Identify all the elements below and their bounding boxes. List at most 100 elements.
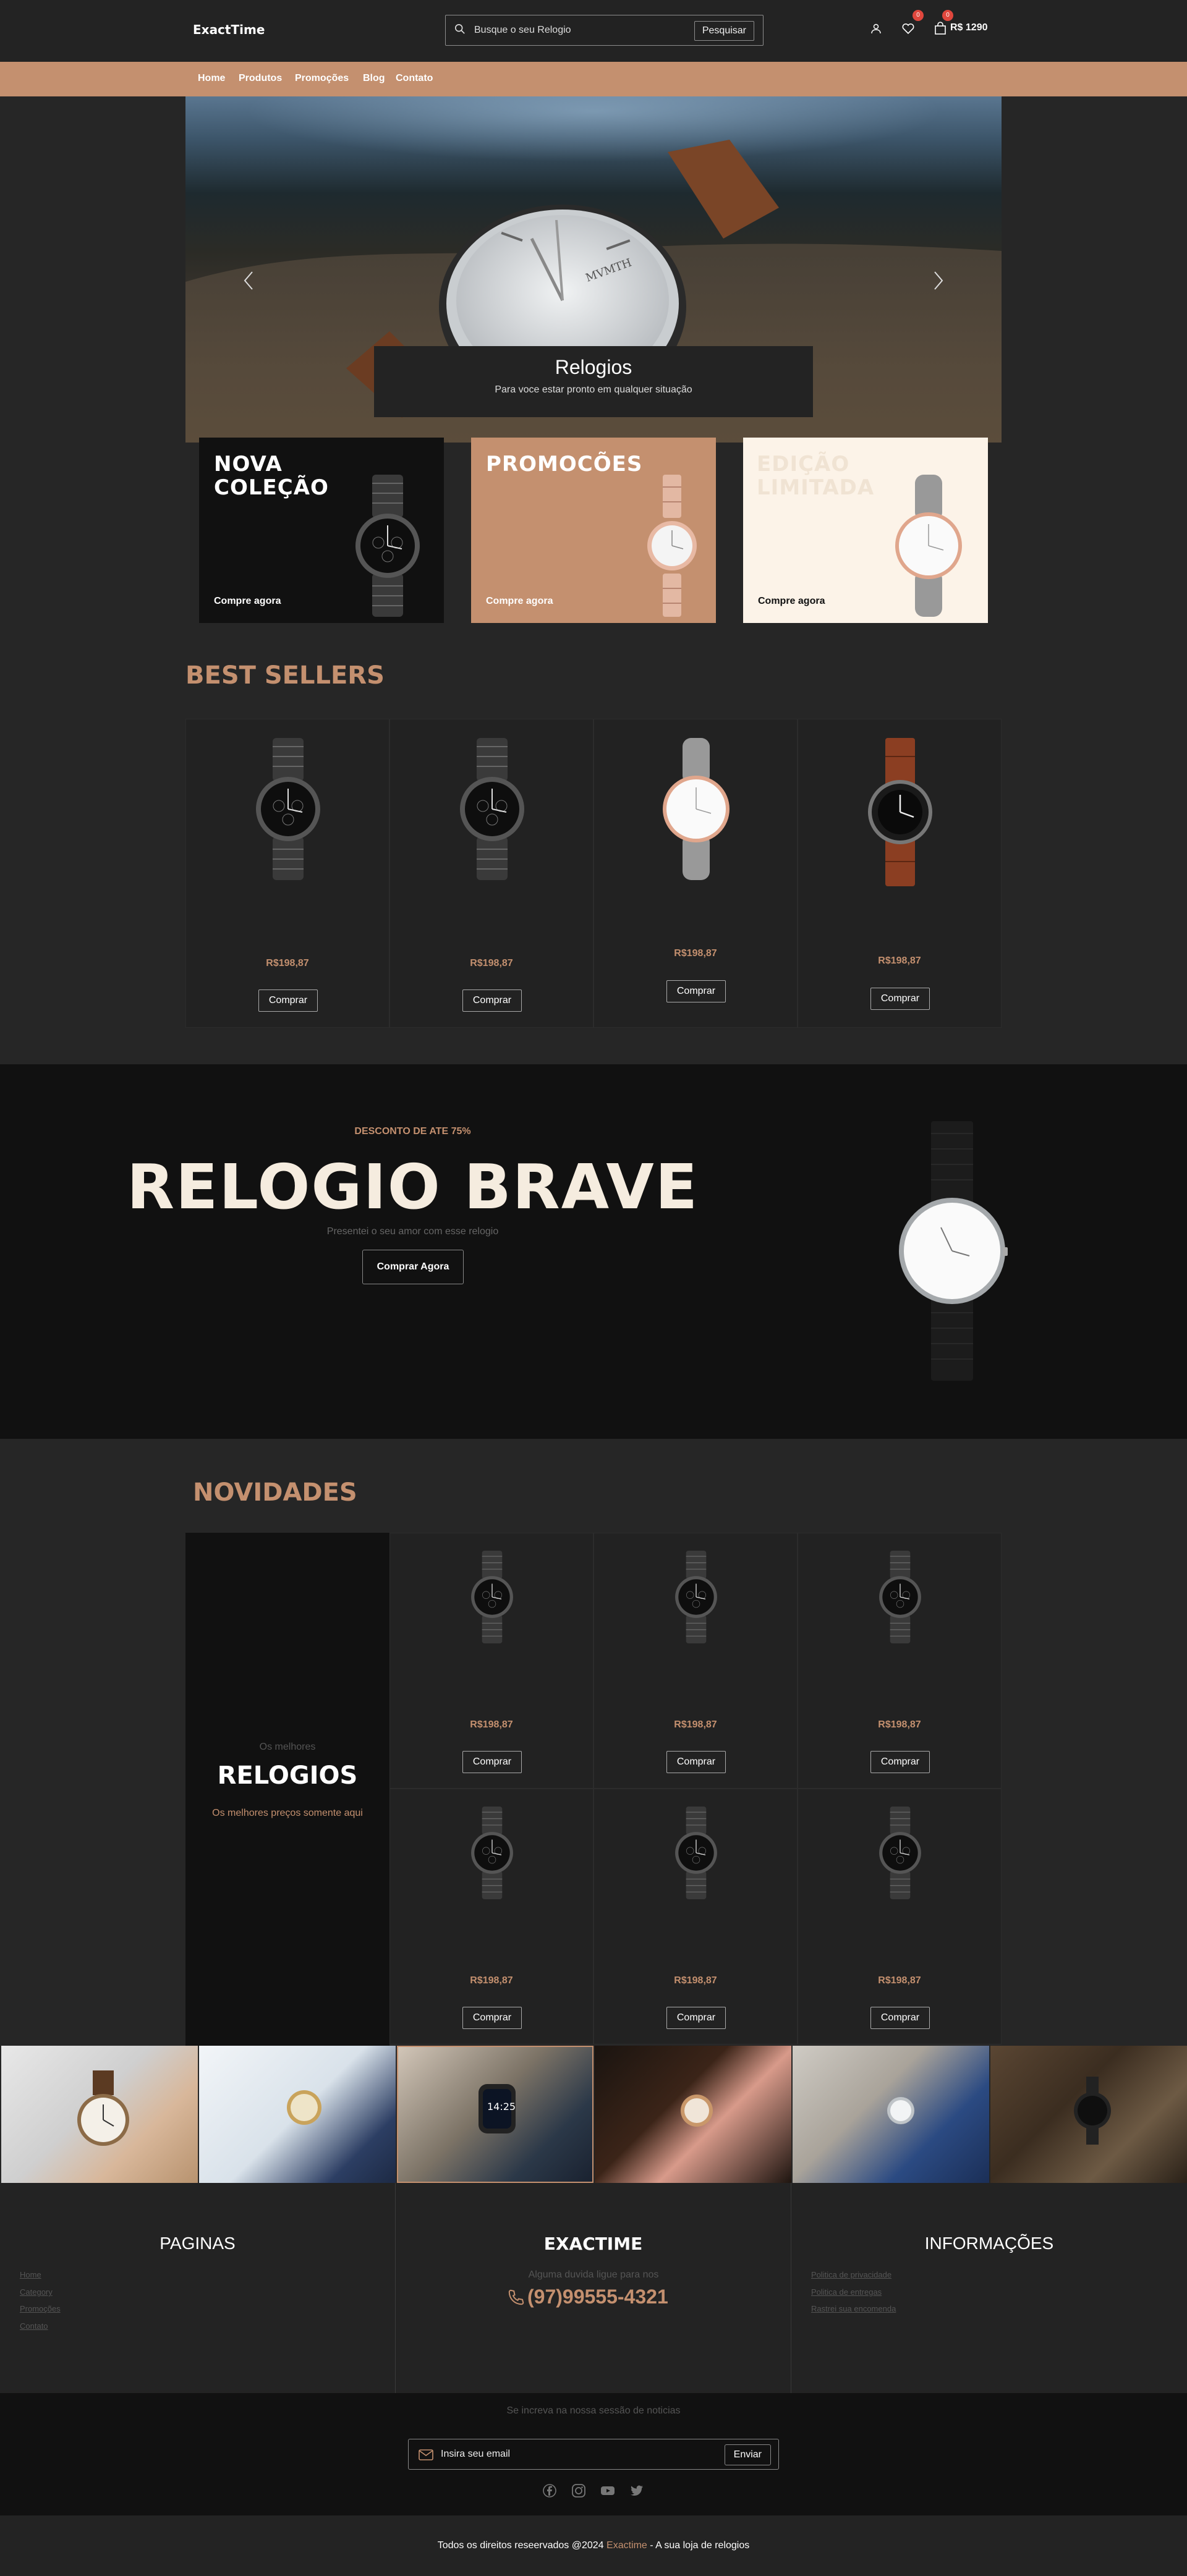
buy-button[interactable]: Comprar [870, 988, 930, 1010]
phone-icon [508, 2289, 524, 2305]
footer-paginas: PAGINAS Home Category Promoções Contato [0, 2183, 396, 2393]
facebook-icon[interactable] [542, 2483, 557, 2498]
product-card[interactable]: R$198,87 Comprar [185, 719, 389, 1028]
shopping-bag-icon[interactable] [934, 21, 947, 36]
search-bar: Pesquisar [445, 15, 764, 46]
footer-informacoes: INFORMAÇÕES Politica de privacidade Poli… [791, 2183, 1187, 2393]
footer-heading: INFORMAÇÕES [924, 2234, 1054, 2253]
nav-produtos[interactable]: Produtos [239, 73, 282, 84]
footer-link-privacidade[interactable]: Politica de privacidade [811, 2270, 891, 2279]
twitter-icon[interactable] [629, 2483, 644, 2498]
buy-button[interactable]: Comprar [666, 980, 726, 1002]
buy-button[interactable]: Comprar [870, 2007, 930, 2029]
nav-promocoes[interactable]: Promoções [295, 73, 349, 84]
user-icon[interactable] [870, 21, 882, 36]
product-price: R$198,87 [266, 958, 309, 968]
product-price: R$198,87 [470, 958, 513, 968]
product-card[interactable]: R$198,87 Comprar [798, 719, 1002, 1028]
promo-cta[interactable]: Compre agora [486, 596, 553, 607]
footer-brand: EXACTIME Alguma duvida ligue para nos (9… [396, 2183, 791, 2393]
copyright-tagline: - A sua loja de relogios [647, 2540, 750, 2551]
footer-brand-subtitle: Alguma duvida ligue para nos [528, 2269, 659, 2280]
footer-brand-title: EXACTIME [543, 2234, 643, 2254]
gallery-photo[interactable] [990, 2046, 1187, 2183]
promo-title: EDIÇÃO [757, 452, 850, 477]
youtube-icon[interactable] [600, 2483, 615, 2498]
product-price: R$198,87 [674, 1719, 717, 1730]
footer-link-rastreio[interactable]: Rastrei sua encomenda [811, 2304, 896, 2313]
product-card[interactable]: R$198,87 Comprar [389, 1533, 594, 1789]
panel-eyebrow: Os melhores [259, 1742, 316, 1752]
footer-link-promocoes[interactable]: Promoções [20, 2304, 61, 2313]
panel-heading: RELOGIOS [217, 1761, 358, 1790]
black-chronograph-watch-icon [460, 738, 524, 880]
footer-link-category[interactable]: Category [20, 2287, 53, 2297]
cart-total[interactable]: R$ 1290 [950, 22, 988, 33]
gallery-photo[interactable] [1, 2046, 198, 2183]
black-chronograph-watch-icon [256, 738, 320, 880]
gallery-photo[interactable]: 14:25 [397, 2046, 594, 2183]
logo[interactable]: ExactTime [193, 22, 265, 37]
product-price: R$198,87 [674, 1975, 717, 1986]
rose-gold-bracelet-watch-icon [647, 475, 697, 617]
rose-gold-grey-strap-watch-icon [895, 475, 962, 617]
buy-button[interactable]: Comprar [666, 1751, 726, 1773]
promo-cta[interactable]: Compre agora [758, 596, 825, 607]
footer-link-entregas[interactable]: Politica de entregas [811, 2287, 882, 2297]
newsletter-send-button[interactable]: Enviar [724, 2444, 771, 2465]
black-chronograph-watch-icon [471, 1807, 513, 1899]
gallery-photo[interactable] [199, 2046, 396, 2183]
buy-now-button[interactable]: Comprar Agora [362, 1250, 464, 1284]
carousel-prev-arrow-icon[interactable] [241, 269, 256, 292]
nav-blog[interactable]: Blog [363, 73, 385, 84]
black-chronograph-watch-icon [355, 475, 420, 617]
buy-button[interactable]: Comprar [462, 989, 522, 1012]
instagram-icon[interactable] [571, 2483, 586, 2498]
buy-button[interactable]: Comprar [258, 989, 318, 1012]
buy-button[interactable]: Comprar [462, 1751, 522, 1773]
footer-link-home[interactable]: Home [20, 2270, 41, 2279]
brave-subtitle: Presentei o seu amor com esse relogio [326, 1226, 499, 1237]
product-card[interactable]: R$198,87 Comprar [594, 1533, 798, 1789]
hero-caption: Relogios Para voce estar pronto em qualq… [374, 346, 813, 417]
gallery-photo[interactable] [595, 2046, 791, 2183]
product-card[interactable]: R$198,87 Comprar [594, 719, 798, 1028]
newsletter-form: Enviar [408, 2439, 779, 2470]
promo-title: PROMOCÕES [486, 452, 643, 477]
copyright-brand-link[interactable]: Exactime [606, 2540, 647, 2551]
footer-phone[interactable]: (97)99555-4321 [527, 2286, 668, 2308]
nav-contato[interactable]: Contato [396, 73, 433, 84]
search-button[interactable]: Pesquisar [694, 21, 754, 41]
product-card[interactable]: R$198,87 Comprar [389, 719, 594, 1028]
brave-title: RELOGIO BRAVE [126, 1151, 699, 1223]
buy-button[interactable]: Comprar [870, 1751, 930, 1773]
product-card[interactable]: R$198,87 Comprar [798, 1533, 1002, 1789]
nav-home[interactable]: Home [198, 73, 225, 84]
product-price: R$198,87 [878, 955, 921, 966]
promo-promocoes[interactable]: PROMOCÕES Compre agora [471, 438, 716, 623]
product-card[interactable]: R$198,87 Comprar [798, 1789, 1002, 2044]
product-card[interactable]: R$198,87 Comprar [594, 1789, 798, 2044]
brave-discount: DESCONTO DE ATE 75% [354, 1126, 471, 1137]
heart-icon[interactable] [901, 21, 915, 36]
promo-cta[interactable]: Compre agora [214, 596, 281, 607]
mail-icon [419, 2449, 433, 2460]
promo-nova-colecao[interactable]: NOVA COLEÇÃO Compre agora [199, 438, 444, 623]
buy-button[interactable]: Comprar [666, 2007, 726, 2029]
promo-title: NOVA [214, 452, 283, 477]
search-input[interactable] [474, 23, 678, 38]
newsletter-label: Se increva na nossa sessão de noticias [506, 2405, 681, 2416]
black-chronograph-watch-icon [471, 1551, 513, 1643]
rose-gold-grey-strap-watch-icon [663, 738, 730, 880]
product-card[interactable]: R$198,87 Comprar [389, 1789, 594, 2044]
gallery-photo[interactable] [793, 2046, 989, 2183]
buy-button[interactable]: Comprar [462, 2007, 522, 2029]
black-chronograph-watch-icon [879, 1807, 921, 1899]
carousel-next-arrow-icon[interactable] [931, 269, 946, 292]
promo-edicao-limitada[interactable]: EDIÇÃO LIMITADA Compre agora [743, 438, 988, 623]
newsletter-section: Se increva na nossa sessão de noticias E… [0, 2393, 1187, 2515]
newsletter-email-input[interactable] [441, 2447, 688, 2461]
best-sellers-title: BEST SELLERS [185, 661, 385, 690]
product-price: R$198,87 [470, 1719, 513, 1730]
footer-link-contato[interactable]: Contato [20, 2321, 48, 2331]
